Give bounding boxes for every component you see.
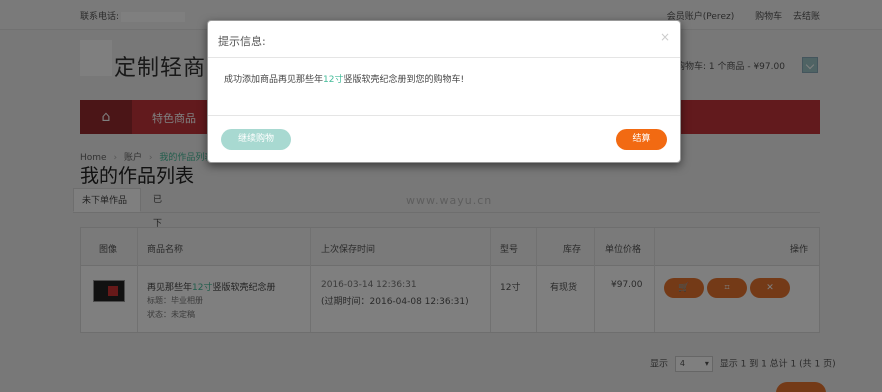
dialog-title: 提示信息:	[218, 35, 266, 48]
checkout-button[interactable]: 结算	[616, 129, 667, 150]
dialog-header: 提示信息: ×	[208, 21, 680, 58]
dialog-message-suffix: 竖版软壳纪念册到您的购物车!	[343, 75, 465, 85]
dialog-message-size: 12寸	[323, 75, 344, 85]
dialog-message-prefix: 成功添加商品再见那些年	[224, 75, 324, 85]
close-icon[interactable]: ×	[660, 30, 670, 44]
dialog-message: 成功添加商品再见那些年12寸竖版软壳纪念册到您的购物车!	[224, 72, 464, 85]
continue-shopping-button[interactable]: 继续购物	[221, 129, 291, 150]
cart-added-dialog: 提示信息: × 成功添加商品再见那些年12寸竖版软壳纪念册到您的购物车! 继续购…	[207, 20, 681, 163]
dialog-footer-divider	[208, 115, 680, 116]
